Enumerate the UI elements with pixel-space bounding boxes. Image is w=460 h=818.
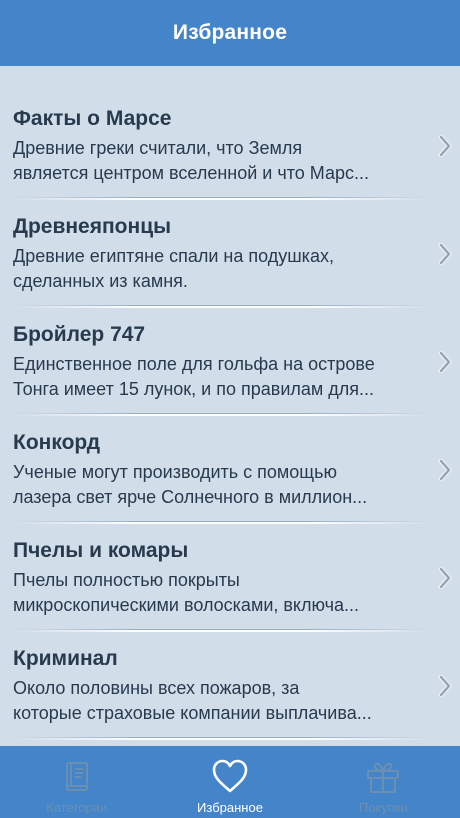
chevron-right-icon: [438, 243, 452, 265]
tab-label: Категории: [46, 800, 108, 815]
chevron-right-icon: [438, 459, 452, 481]
item-preview-line: которые страховые компании выплачива...: [13, 703, 372, 723]
chevron-right-icon: [438, 567, 452, 589]
book-icon: [65, 762, 88, 791]
item-preview-line: Древние греки считали, что Земля: [13, 138, 303, 158]
item-title: Бройлер 747: [13, 323, 146, 346]
item-preview-line: Пчелы полностью покрыты: [13, 570, 240, 590]
tab-purchases[interactable]: Покупки: [307, 746, 460, 818]
item-preview: Около половины всех пожаров, за которые …: [13, 676, 416, 726]
tab-label: Избранное: [197, 800, 263, 815]
item-preview-line: Около половины всех пожаров, за: [13, 678, 300, 698]
list-item[interactable]: Факты о Марсе Древние греки считали, что…: [0, 92, 460, 200]
row-divider: [13, 738, 430, 740]
item-preview: Единственное поле для гольфа на острове …: [13, 352, 416, 402]
tab-label: Покупки: [358, 800, 408, 815]
item-preview-line: является центром вселенной и что Марс...: [13, 163, 369, 183]
chevron-right-icon: [438, 351, 452, 373]
item-preview-line: лазера свет ярче Солнечного в миллион...: [13, 487, 368, 507]
navigation-bar: Избранное: [0, 0, 460, 66]
list-item[interactable]: Бройлер 747 Единственное поле для гольфа…: [0, 308, 460, 416]
item-title: Конкорд: [13, 431, 101, 454]
list-item[interactable]: Пчелы и комары Пчелы полностью покрыты м…: [0, 524, 460, 632]
item-title: Древнеяпонцы: [13, 215, 172, 238]
gift-icon: [367, 762, 400, 793]
list-item[interactable]: Криминал Около половины всех пожаров, за…: [0, 632, 460, 740]
item-preview: Древние египтяне спали на подушках, сдел…: [13, 244, 416, 294]
item-preview-line: сделанных из камня.: [13, 271, 188, 291]
item-preview: Пчелы полностью покрыты микроскопическим…: [13, 568, 416, 618]
tab-categories[interactable]: Категории: [0, 746, 153, 818]
item-preview: Ученые могут производить с помощью лазер…: [13, 460, 416, 510]
tab-bar: Категории Избранное Покупки: [0, 746, 460, 818]
item-preview-line: Древние египтяне спали на подушках,: [13, 246, 334, 266]
item-title: Факты о Марсе: [13, 107, 172, 130]
item-preview-line: Тонга имеет 15 лунок, и по правилам для.…: [13, 379, 375, 399]
page-title: Избранное: [172, 21, 288, 44]
item-preview: Древние греки считали, что Земля являетс…: [13, 136, 416, 186]
favorites-screen: Избранное Факты о Марсе Древние греки сч…: [0, 0, 460, 818]
item-preview-line: микроскопическими волосками, включа...: [13, 595, 360, 615]
tab-favorites[interactable]: Избранное: [153, 746, 306, 818]
item-title: Пчелы и комары: [13, 539, 189, 562]
item-preview-line: Единственное поле для гольфа на острове: [13, 354, 375, 374]
heart-icon: [212, 759, 248, 793]
list-item[interactable]: Древнеяпонцы Древние египтяне спали на п…: [0, 200, 460, 308]
item-title: Криминал: [13, 647, 118, 670]
list-item[interactable]: Конкорд Ученые могут производить с помощ…: [0, 416, 460, 524]
favorites-list[interactable]: Факты о Марсе Древние греки считали, что…: [0, 66, 460, 746]
chevron-right-icon: [438, 135, 452, 157]
chevron-right-icon: [438, 675, 452, 697]
item-preview-line: Ученые могут производить с помощью: [13, 462, 337, 482]
